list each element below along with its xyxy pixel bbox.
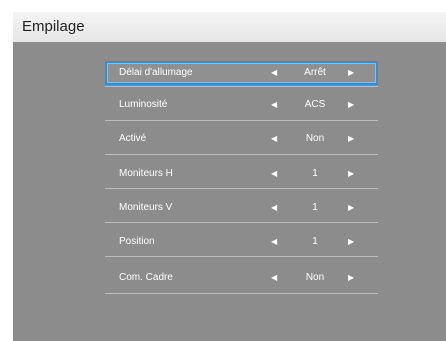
menu-item-label: Délai d'allumage: [119, 67, 193, 78]
divider: [105, 86, 378, 87]
right-arrow-icon[interactable]: ▶: [348, 162, 354, 186]
divider: [105, 256, 378, 257]
right-arrow-icon[interactable]: ▶: [348, 230, 354, 254]
divider: [105, 154, 378, 155]
right-arrow-icon[interactable]: ▶: [348, 127, 354, 151]
menu-item-moniteurs-v[interactable]: Moniteurs V ◀ 1 ▶: [105, 196, 378, 220]
divider: [105, 188, 378, 189]
menu-item-label: Moniteurs V: [119, 202, 173, 213]
menu-item-value: 1: [312, 236, 318, 247]
left-arrow-icon[interactable]: ◀: [271, 266, 277, 290]
divider: [105, 293, 378, 294]
menu-item-label: Luminosité: [119, 99, 168, 110]
menu-item-label: Position: [119, 236, 155, 247]
menu-item-position[interactable]: Position ◀ 1 ▶: [105, 230, 378, 254]
osd-menu-panel: Empilage Délai d'allumage ◀ Arrêt ▶ Lumi…: [13, 12, 446, 341]
left-arrow-icon[interactable]: ◀: [271, 127, 277, 151]
menu-title: Empilage: [22, 18, 85, 35]
left-arrow-icon[interactable]: ◀: [271, 63, 277, 83]
right-arrow-icon[interactable]: ▶: [348, 93, 354, 117]
menu-item-delai-allumage[interactable]: Délai d'allumage ◀ Arrêt ▶: [105, 61, 378, 85]
menu-item-active[interactable]: Activé ◀ Non ▶: [105, 127, 378, 151]
menu-item-value: ACS: [304, 99, 326, 110]
right-arrow-icon[interactable]: ▶: [348, 196, 354, 220]
menu-item-value: Non: [305, 133, 325, 144]
menu-item-label: Activé: [119, 133, 147, 144]
left-arrow-icon[interactable]: ◀: [271, 93, 277, 117]
menu-item-value: 1: [312, 168, 318, 179]
left-arrow-icon[interactable]: ◀: [271, 162, 277, 186]
menu-item-label: Com. Cadre: [119, 272, 173, 283]
right-arrow-icon[interactable]: ▶: [348, 63, 354, 83]
divider: [105, 120, 378, 121]
left-arrow-icon[interactable]: ◀: [271, 196, 277, 220]
menu-header: Empilage: [13, 12, 446, 42]
divider: [105, 222, 378, 223]
right-arrow-icon[interactable]: ▶: [348, 266, 354, 290]
menu-item-com-cadre[interactable]: Com. Cadre ◀ Non ▶: [105, 266, 378, 290]
menu-item-label: Moniteurs H: [119, 168, 173, 179]
menu-item-luminosite[interactable]: Luminosité ◀ ACS ▶: [105, 93, 378, 117]
left-arrow-icon[interactable]: ◀: [271, 230, 277, 254]
menu-item-value: 1: [312, 202, 318, 213]
menu-item-value: Arrêt: [304, 67, 326, 78]
menu-item-moniteurs-h[interactable]: Moniteurs H ◀ 1 ▶: [105, 162, 378, 186]
menu-item-value: Non: [305, 272, 325, 283]
